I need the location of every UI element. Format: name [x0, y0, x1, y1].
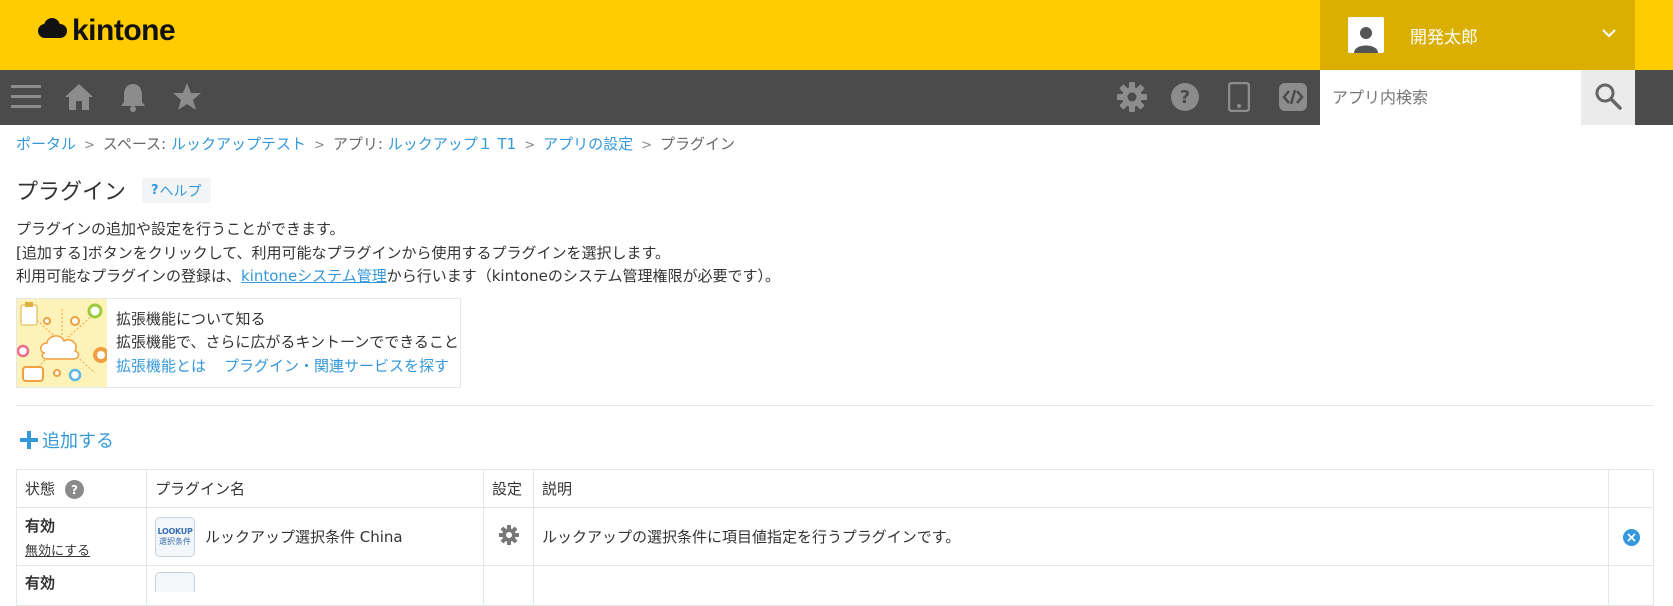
plugin-name-cell [146, 565, 484, 606]
bell-icon[interactable] [116, 80, 150, 114]
column-header-settings: 設定 [483, 469, 534, 508]
remove-cell [1608, 507, 1654, 566]
column-header-actions [1608, 469, 1654, 508]
system-admin-link[interactable]: kintoneシステム管理 [241, 267, 387, 285]
status-help-icon[interactable]: ? [65, 480, 85, 499]
breadcrumb-current: プラグイン [660, 135, 736, 153]
chevron-down-icon[interactable] [1601, 25, 1617, 44]
search-icon [1594, 82, 1622, 114]
column-header-description: 説明 [533, 469, 1609, 508]
app-search-input[interactable] [1320, 70, 1581, 125]
plugin-status: 有効 [25, 516, 56, 535]
description-cell [533, 565, 1609, 606]
app-header: kintone 開発太郎 [0, 0, 1673, 70]
plugin-table: 状態? プラグイン名 設定 説明 有効 無効にする LOOKUP 選択条件 ルッ… [16, 469, 1654, 606]
disable-plugin-link[interactable]: 無効にする [25, 540, 138, 559]
lookup-plugin-icon: LOOKUP 選択条件 [155, 516, 195, 557]
add-plugin-button[interactable]: 追加する [20, 427, 114, 453]
breadcrumb-space[interactable]: ルックアップテスト [171, 135, 306, 153]
help-question-icon: ? [151, 183, 159, 198]
what-is-extension-link[interactable]: 拡張機能とは [116, 357, 206, 375]
settings-cell [483, 507, 534, 566]
breadcrumb-app-prefix: アプリ: [332, 135, 388, 153]
description-line-1: プラグインの追加や設定を行うことができます。 [16, 220, 345, 238]
plugin-icon [155, 572, 195, 592]
plugin-name: ルックアップ選択条件 China [205, 528, 403, 546]
breadcrumb-space-prefix: スペース: [102, 135, 171, 153]
extension-title: 拡張機能について知る [116, 310, 266, 328]
find-plugins-link[interactable]: プラグイン・関連サービスを探す [224, 357, 449, 375]
plugin-icon-line-1: LOOKUP [157, 526, 193, 536]
cloud-logo-icon [36, 16, 68, 46]
breadcrumb-app[interactable]: ルックアップ１ T1 [388, 135, 516, 153]
user-name: 開発太郎 [1410, 27, 1478, 48]
description-line-3-before: 利用可能なプラグインの登録は、 [16, 267, 242, 285]
plugin-settings-gear-icon[interactable] [498, 524, 519, 549]
user-avatar-icon [1348, 17, 1384, 53]
user-menu[interactable]: 開発太郎 [1320, 0, 1635, 70]
table-row: 有効 無効にする LOOKUP 選択条件 ルックアップ選択条件 China ルッ… [16, 507, 1654, 566]
column-header-name: プラグイン名 [146, 469, 484, 508]
column-header-status: 状態? [16, 469, 147, 508]
svg-text:?: ? [1180, 87, 1190, 108]
logo-text: kintone [72, 14, 176, 47]
table-row: 有効 [16, 565, 1654, 606]
search-button[interactable] [1581, 70, 1635, 125]
plugin-icon-line-2: 選択条件 [159, 536, 191, 546]
help-button[interactable]: ? ヘルプ [142, 178, 211, 203]
plugin-status: 有効 [25, 574, 56, 592]
home-icon[interactable] [62, 80, 96, 114]
description-line-2: [追加する]ボタンをクリックして、利用可能なプラグインから使用するプラグインを選… [16, 244, 671, 262]
extension-illustration-icon [17, 299, 107, 387]
settings-cell [483, 565, 534, 606]
breadcrumb: ポータル > スペース: ルックアップテスト > アプリ: ルックアップ１ T1 > アプリ… [16, 133, 735, 154]
remove-cell [1608, 565, 1654, 606]
status-cell: 有効 無効にする [16, 507, 147, 566]
table-header-row: 状態? プラグイン名 設定 説明 [16, 469, 1654, 508]
section-divider [16, 405, 1653, 406]
gear-icon[interactable] [1115, 80, 1149, 114]
star-icon[interactable] [170, 80, 204, 114]
breadcrumb-portal[interactable]: ポータル [16, 135, 76, 153]
breadcrumb-separator: > [84, 138, 95, 153]
help-icon[interactable]: ? [1168, 80, 1202, 114]
extension-subtitle: 拡張機能で、さらに広がるキントーンでできること [116, 333, 459, 351]
extension-links: 拡張機能とは プラグイン・関連サービスを探す [116, 355, 467, 376]
plus-icon [20, 431, 38, 449]
breadcrumb-separator: > [524, 138, 536, 153]
remove-plugin-icon[interactable] [1622, 528, 1640, 546]
extension-info-box: 拡張機能について知る 拡張機能で、さらに広がるキントーンでできること 拡張機能と… [16, 298, 461, 388]
help-label: ヘルプ [159, 183, 202, 200]
add-plugin-label: 追加する [42, 431, 114, 452]
code-icon[interactable] [1276, 80, 1310, 114]
breadcrumb-separator: > [641, 138, 653, 153]
column-header-status-label: 状態 [25, 480, 56, 498]
status-cell: 有効 [16, 565, 147, 606]
menu-icon[interactable] [9, 80, 43, 114]
breadcrumb-separator: > [313, 138, 325, 153]
kintone-logo[interactable]: kintone [36, 14, 176, 48]
plugin-name-cell: LOOKUP 選択条件 ルックアップ選択条件 China [146, 507, 484, 566]
page-title: プラグイン [16, 180, 127, 205]
mobile-icon[interactable] [1222, 80, 1256, 114]
description-line-3-after: から行います（kintoneのシステム管理権限が必要です）。 [386, 267, 780, 285]
description-line-3: 利用可能なプラグインの登録は、kintoneシステム管理から行います（kinto… [16, 265, 780, 286]
breadcrumb-app-settings[interactable]: アプリの設定 [543, 135, 633, 153]
description-cell: ルックアップの選択条件に項目値指定を行うプラグインです。 [533, 507, 1609, 566]
